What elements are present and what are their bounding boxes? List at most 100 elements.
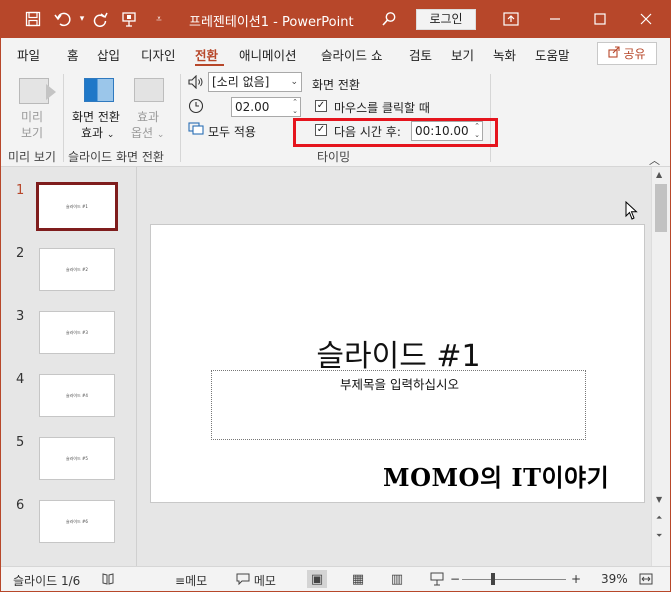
maximize-icon[interactable] xyxy=(587,7,613,31)
notes-label: 메모 xyxy=(185,574,208,588)
group-divider xyxy=(180,74,181,162)
previous-slide-icon[interactable]: ⏶ xyxy=(656,513,662,523)
tab-slideshow[interactable]: 슬라이드 쇼 xyxy=(321,45,382,64)
notes-button[interactable]: ≡메모 xyxy=(175,572,207,589)
slide-thumbnail[interactable]: 슬라이드 #3 xyxy=(39,311,115,354)
thumb-number: 1 xyxy=(16,183,25,198)
subtitle-placeholder[interactable]: 부제목을 입력하십시오 xyxy=(211,370,586,440)
transition-effect-icon xyxy=(84,78,114,102)
tab-home[interactable]: 홈 xyxy=(67,45,79,64)
accessibility-icon[interactable] xyxy=(101,572,115,589)
save-icon[interactable] xyxy=(23,9,43,29)
undo-icon[interactable] xyxy=(53,9,73,29)
redo-icon[interactable] xyxy=(90,9,110,29)
login-button[interactable]: 로그인 xyxy=(416,9,476,30)
slide-thumbnail[interactable]: 슬라이드 #6 xyxy=(39,500,115,543)
slide-canvas: 슬라이드 #1 부제목을 입력하십시오 MOMO의 IT이야기 xyxy=(138,167,651,566)
slide-sorter-view-icon[interactable]: ▦ xyxy=(348,570,368,588)
preview-icon xyxy=(19,78,56,104)
status-bar: 슬라이드 1/6 ≡메모 메모 ▣ ▦ ▥ − + 39% xyxy=(1,566,670,591)
tab-review[interactable]: 검토 xyxy=(409,45,432,64)
sound-icon xyxy=(188,74,204,92)
scroll-down-icon[interactable]: ▼ xyxy=(656,495,662,504)
scrollbar-thumb[interactable] xyxy=(655,184,667,232)
preview-label-line2: 보기 xyxy=(21,126,44,140)
comment-icon xyxy=(236,573,254,588)
slide-thumbnail[interactable]: 슬라이드 #5 xyxy=(39,437,115,480)
chevron-down-icon: ⌄ xyxy=(290,77,298,87)
zoom-out-icon[interactable]: − xyxy=(450,572,460,586)
next-slide-icon[interactable]: ⏷ xyxy=(656,531,662,541)
slide-thumbnail[interactable]: 슬라이드 #2 xyxy=(39,248,115,291)
tab-design[interactable]: 디자인 xyxy=(141,45,176,64)
minimize-icon[interactable] xyxy=(542,7,568,31)
window-title: 프레젠테이션1 - PowerPoint xyxy=(189,15,354,30)
chevron-down-icon: ⌄ xyxy=(156,130,165,140)
undo-dropdown-icon[interactable]: ▾ xyxy=(72,9,92,29)
customize-toolbar-icon[interactable]: ⩡ xyxy=(149,9,169,29)
advance-slide-heading: 화면 전환 xyxy=(312,78,360,92)
tab-file[interactable]: 파일 xyxy=(17,45,40,64)
search-icon[interactable] xyxy=(379,9,399,29)
brand-text[interactable]: MOMO의 IT이야기 xyxy=(383,458,609,493)
transition-effect-label-line2: 효과 ⌄ xyxy=(81,126,115,140)
comments-button[interactable]: 메모 xyxy=(236,572,276,589)
slide-thumbnail-pane: 1 슬라이드 #1 2 슬라이드 #2 3 슬라이드 #3 4 슬라이드 #4 … xyxy=(1,167,137,566)
thumb-number: 5 xyxy=(16,435,25,450)
clock-icon xyxy=(188,98,204,117)
sound-dropdown-value: [소리 없음] xyxy=(212,75,270,89)
effect-options-label-line1: 효과 xyxy=(137,110,160,124)
timing-group-label: 타이밍 xyxy=(317,150,351,164)
chevron-down-icon: ⌄ xyxy=(106,130,115,140)
zoom-in-icon[interactable]: + xyxy=(571,572,581,586)
slide-thumbnail[interactable]: 슬라이드 #4 xyxy=(39,374,115,417)
zoom-level[interactable]: 39% xyxy=(601,572,628,586)
thumb-number: 2 xyxy=(16,246,25,261)
reading-view-icon[interactable]: ▥ xyxy=(387,570,407,588)
on-mouse-click-label: 마우스를 클릭할 때 xyxy=(334,101,430,115)
effect-options-icon xyxy=(134,78,164,102)
tab-transitions[interactable]: 전환 xyxy=(195,45,218,64)
sound-dropdown[interactable]: [소리 없음] ⌄ xyxy=(208,72,302,92)
thumb-number: 6 xyxy=(16,498,25,513)
spinner-arrows-icon[interactable]: ⌃ ⌄ xyxy=(292,98,298,116)
subtitle-text: 부제목을 입력하십시오 xyxy=(340,377,459,392)
duration-value: 02.00 xyxy=(235,100,270,114)
editor-area: 1 슬라이드 #1 2 슬라이드 #2 3 슬라이드 #3 4 슬라이드 #4 … xyxy=(1,167,670,566)
highlight-annotation xyxy=(293,118,498,147)
transition-effect-label-line1: 화면 전환 xyxy=(72,110,120,124)
zoom-slider[interactable] xyxy=(462,579,566,580)
normal-view-icon[interactable]: ▣ xyxy=(307,570,327,588)
on-mouse-click-checkbox[interactable]: ✓ xyxy=(315,100,327,112)
mouse-cursor-icon xyxy=(625,200,639,221)
tab-animations[interactable]: 애니메이션 xyxy=(239,45,297,64)
tab-insert[interactable]: 삽입 xyxy=(97,45,120,64)
effect-options-label-line2: 옵션 ⌄ xyxy=(131,126,165,140)
share-icon xyxy=(608,46,621,61)
tab-help[interactable]: 도움말 xyxy=(535,45,570,64)
close-icon[interactable] xyxy=(633,7,659,31)
apply-all-button[interactable]: 모두 적용 xyxy=(208,123,256,140)
apply-all-icon xyxy=(188,122,206,139)
thumb-number: 4 xyxy=(16,372,25,387)
collapse-ribbon-icon[interactable]: ︿ xyxy=(649,152,660,168)
slide-thumbnail[interactable]: 슬라이드 #1 xyxy=(36,182,118,231)
current-slide[interactable]: 슬라이드 #1 부제목을 입력하십시오 MOMO의 IT이야기 xyxy=(150,224,645,503)
tab-record[interactable]: 녹화 xyxy=(493,45,516,64)
scroll-up-icon[interactable]: ▲ xyxy=(656,170,662,179)
ribbon-display-options-icon[interactable] xyxy=(501,9,521,29)
share-button[interactable]: 공유 xyxy=(597,42,657,65)
duration-spinner[interactable]: 02.00 ⌃ ⌄ xyxy=(231,97,301,117)
slide-title[interactable]: 슬라이드 #1 xyxy=(151,331,646,375)
presentation-icon[interactable] xyxy=(119,9,139,29)
zoom-slider-handle[interactable] xyxy=(491,573,495,585)
transition-group-label: 슬라이드 화면 전환 xyxy=(68,150,164,164)
fit-to-window-icon[interactable] xyxy=(639,572,653,589)
slideshow-view-icon[interactable] xyxy=(427,570,447,588)
preview-label-line1: 미리 xyxy=(21,110,44,124)
vertical-scrollbar[interactable]: ▲ ▼ ⏶ ⏷ xyxy=(651,167,670,566)
preview-group-label: 미리 보기 xyxy=(8,150,56,164)
slide-counter: 슬라이드 1/6 xyxy=(13,574,81,588)
notes-icon: ≡ xyxy=(175,574,186,588)
tab-view[interactable]: 보기 xyxy=(451,45,474,64)
